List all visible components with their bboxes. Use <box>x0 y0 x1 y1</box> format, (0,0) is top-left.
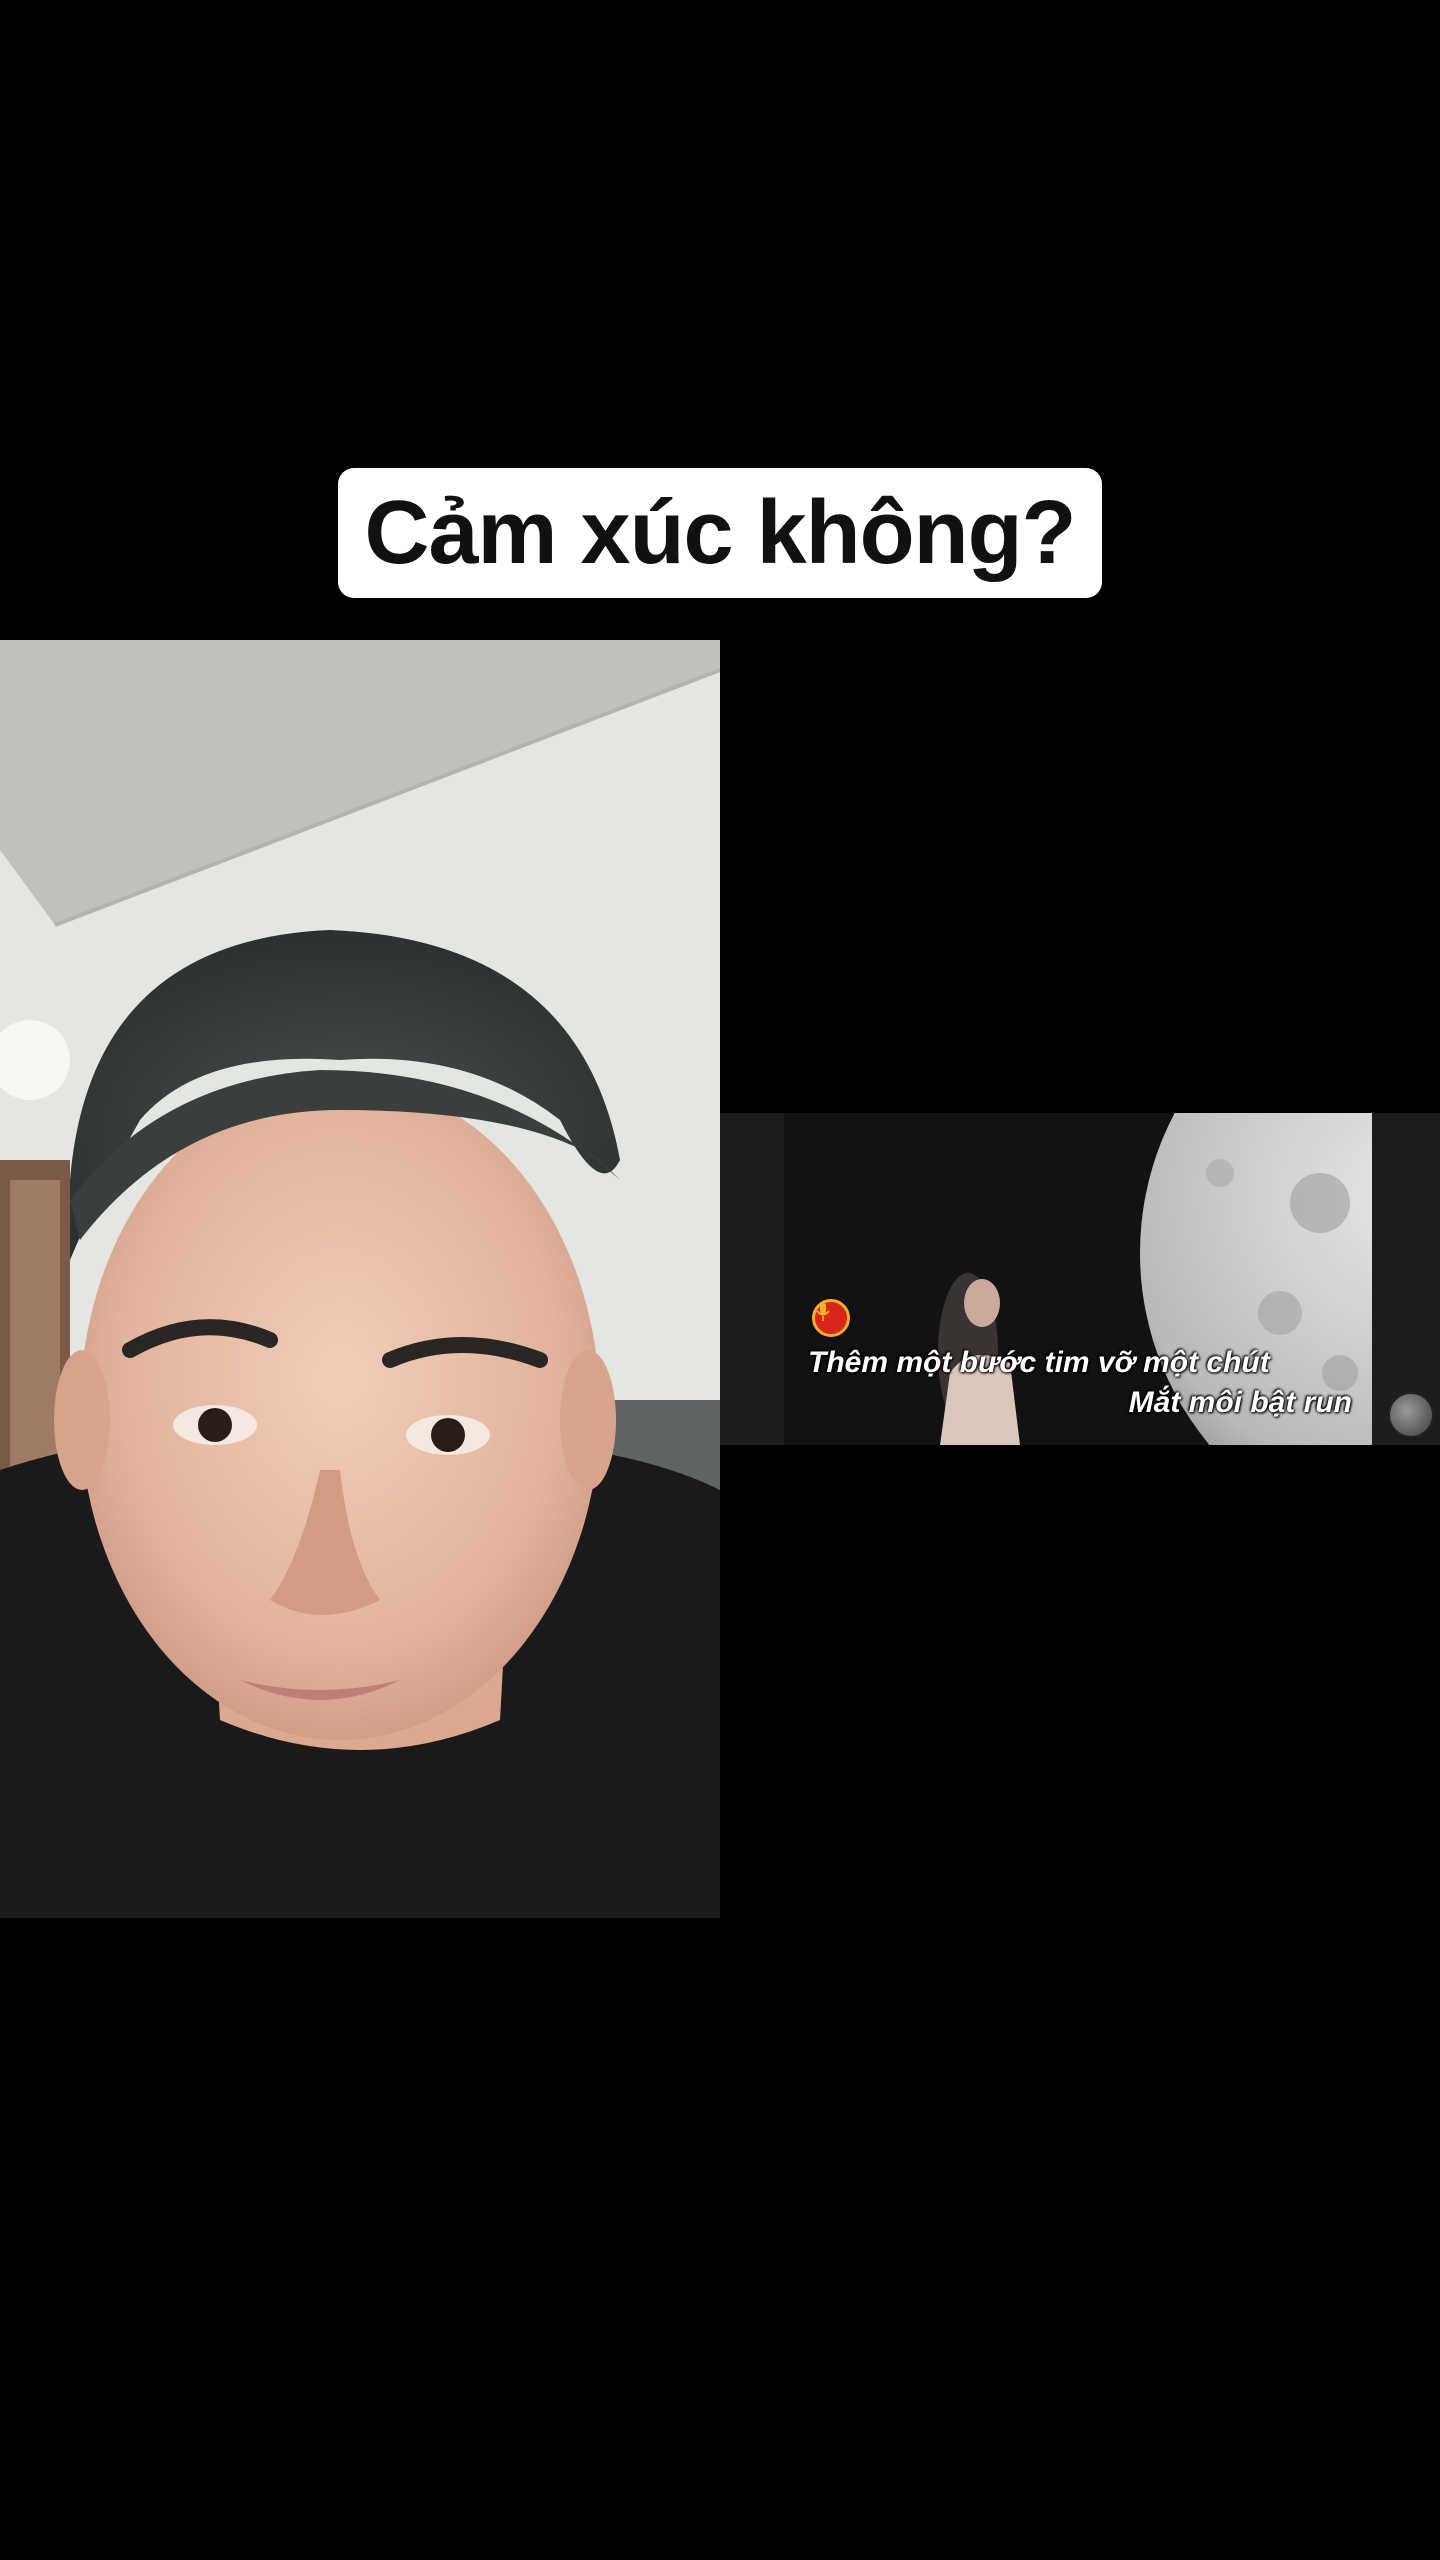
lyric-line-2: Mắt môi bật run <box>1128 1386 1352 1419</box>
microphone-icon <box>812 1299 850 1337</box>
caption-text: Cảm xúc không? <box>364 482 1076 583</box>
channel-avatar <box>1388 1392 1434 1438</box>
lyric-line-1: Thêm một bước tim vỡ một chút <box>808 1346 1270 1379</box>
selfie-image <box>0 640 720 1918</box>
caption-box: Cảm xúc không? <box>338 468 1102 598</box>
selfie-video[interactable] <box>0 640 720 1918</box>
